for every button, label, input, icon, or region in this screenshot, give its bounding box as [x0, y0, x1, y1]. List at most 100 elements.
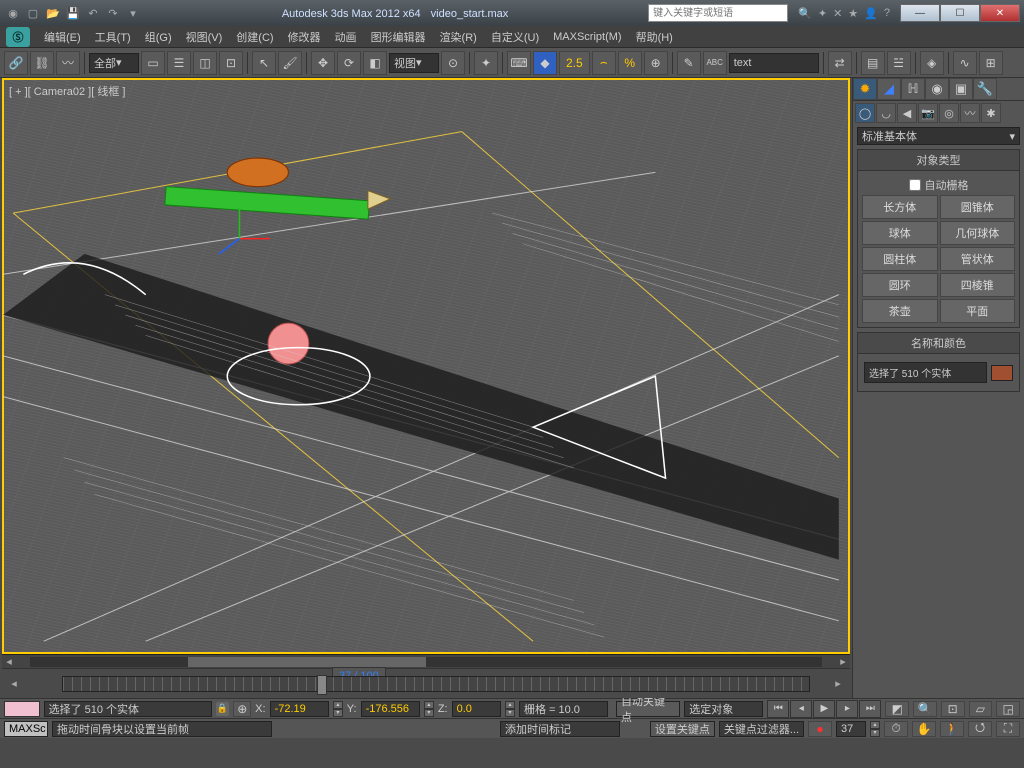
nav-maximize-icon[interactable]: ⛶ [996, 721, 1020, 737]
curve-editor-icon[interactable]: ∿ [953, 51, 977, 75]
geometry-icon[interactable]: ◯ [855, 103, 875, 123]
selection-filter-dropdown[interactable]: 全部 ▾ [89, 53, 139, 73]
btn-cone[interactable]: 圆锥体 [940, 195, 1016, 219]
scroll-right-icon[interactable]: ▸ [836, 655, 850, 668]
btn-tube[interactable]: 管状体 [940, 247, 1016, 271]
next-frame-icon[interactable]: ▸ [836, 700, 858, 718]
autokey-button[interactable]: 自动关键点 [616, 701, 680, 717]
play-icon[interactable]: ▶ [813, 700, 835, 718]
window-crossing-icon[interactable]: ⊡ [219, 51, 243, 75]
btn-torus[interactable]: 圆环 [862, 273, 938, 297]
y-spinner[interactable]: ▴▾ [424, 701, 434, 717]
x-value[interactable]: -72.19 [270, 701, 329, 717]
help-search-input[interactable] [648, 4, 788, 22]
key-target-dropdown[interactable]: 选定对象 [684, 701, 763, 717]
maximize-button[interactable]: ☐ [940, 4, 980, 22]
key-filters-button[interactable]: 关键点过滤器... [719, 721, 804, 737]
nav-pan-icon[interactable]: ✋ [912, 721, 936, 737]
edit-named-sel-icon[interactable]: ✎ [677, 51, 701, 75]
named-selection-dropdown[interactable]: text [729, 53, 819, 73]
select-paint-icon[interactable]: 🖌 [278, 51, 302, 75]
move-icon[interactable]: ✥ [311, 51, 335, 75]
menu-rendering[interactable]: 渲染(R) [440, 29, 477, 45]
signin-icon[interactable]: 👤 [864, 7, 878, 20]
app-menu-icon[interactable]: ◉ [4, 4, 22, 22]
menu-grapheditors[interactable]: 图形编辑器 [371, 29, 426, 45]
abc-icon[interactable]: ABC [703, 51, 727, 75]
nav-zoomext-icon[interactable]: ◲ [996, 701, 1020, 717]
menu-group[interactable]: 组(G) [145, 29, 172, 45]
mirror-icon[interactable]: ⇄ [828, 51, 852, 75]
z-spinner[interactable]: ▴▾ [505, 701, 515, 717]
favorites-icon[interactable]: ★ [848, 7, 858, 20]
absolute-transform-icon[interactable]: ⊕ [233, 701, 251, 717]
menu-maxscript[interactable]: MAXScript(M) [553, 31, 621, 43]
percent-snap-icon[interactable]: % [618, 51, 642, 75]
viewport-scrollbar[interactable]: ◂ ▸ [2, 654, 850, 668]
cameras-icon[interactable]: 📷 [918, 103, 938, 123]
menu-tools[interactable]: 工具(T) [95, 29, 131, 45]
select-manipulate-icon[interactable]: ✦ [474, 51, 498, 75]
z-value[interactable]: 0.0 [452, 701, 502, 717]
keyboard-shortcut-icon[interactable]: ⌨ [507, 51, 531, 75]
undo-icon[interactable]: ↶ [84, 4, 102, 22]
btn-pyramid[interactable]: 四棱锥 [940, 273, 1016, 297]
object-color-swatch[interactable] [991, 365, 1013, 381]
pivot-icon[interactable]: ⊙ [441, 51, 465, 75]
x-spinner[interactable]: ▴▾ [333, 701, 343, 717]
setkey-button[interactable]: 设置关键点 [650, 721, 715, 737]
rollout-title-objtype[interactable]: 对象类型 [858, 150, 1019, 171]
scroll-thumb[interactable] [188, 657, 426, 667]
object-name-field[interactable]: 选择了 510 个实体 [864, 362, 987, 383]
viewport-label[interactable]: [ + ][ Camera02 ][ 线框 ] [9, 83, 125, 99]
timeline-track[interactable] [62, 676, 810, 692]
app-logo-icon[interactable]: Ⓢ [6, 27, 30, 47]
angle-snap-value[interactable]: 2.5 [559, 51, 590, 75]
link-icon[interactable]: 🔗 [4, 51, 28, 75]
tab-display-icon[interactable]: ▣ [949, 78, 973, 100]
search-go-icon[interactable]: 🔍 [798, 7, 812, 20]
menu-modifiers[interactable]: 修改器 [288, 29, 321, 45]
new-icon[interactable]: ▢ [24, 4, 42, 22]
open-icon[interactable]: 📂 [44, 4, 62, 22]
btn-plane[interactable]: 平面 [940, 299, 1016, 323]
angle-snap-icon[interactable]: ⌢ [592, 51, 616, 75]
tab-motion-icon[interactable]: ◉ [925, 78, 949, 100]
helpers-icon[interactable]: ◎ [939, 103, 959, 123]
select-object-icon[interactable]: ↖ [252, 51, 276, 75]
scroll-track[interactable] [30, 657, 822, 667]
menu-customize[interactable]: 自定义(U) [491, 29, 539, 45]
tab-create-icon[interactable]: ✹ [853, 78, 877, 100]
selection-lock-icon[interactable]: 🔒 [216, 702, 230, 716]
select-region-icon[interactable]: ◫ [193, 51, 217, 75]
btn-cylinder[interactable]: 圆柱体 [862, 247, 938, 271]
unlink-icon[interactable]: ⛓ [30, 51, 54, 75]
frame-spinner[interactable]: ▴▾ [870, 721, 880, 737]
exchange-icon[interactable]: ✕ [833, 7, 842, 20]
key-mode-icon[interactable]: ● [808, 721, 832, 737]
minimize-button[interactable]: — [900, 4, 940, 22]
subscription-icon[interactable]: ✦ [818, 7, 827, 20]
goto-end-icon[interactable]: ⏭ [859, 700, 881, 718]
btn-sphere[interactable]: 球体 [862, 221, 938, 245]
lights-icon[interactable]: ◀ [897, 103, 917, 123]
menu-views[interactable]: 视图(V) [186, 29, 223, 45]
prev-frame-icon[interactable]: ◂ [790, 700, 812, 718]
viewport-camera02[interactable]: [ + ][ Camera02 ][ 线框 ] [2, 78, 850, 654]
menu-animation[interactable]: 动画 [335, 29, 357, 45]
save-icon[interactable]: 💾 [64, 4, 82, 22]
scale-icon[interactable]: ◧ [363, 51, 387, 75]
scroll-left-icon[interactable]: ◂ [2, 655, 16, 668]
btn-box[interactable]: 长方体 [862, 195, 938, 219]
spinner-snap-icon[interactable]: ⊕ [644, 51, 668, 75]
bind-spacewarp-icon[interactable]: 〰 [56, 51, 80, 75]
help-icon[interactable]: ? [884, 7, 890, 20]
spacewarps-icon[interactable]: 〰 [960, 103, 980, 123]
layer-manager-icon[interactable]: ☱ [887, 51, 911, 75]
menu-edit[interactable]: 编辑(E) [44, 29, 81, 45]
timeline-next-icon[interactable]: ▸ [830, 677, 846, 690]
shapes-icon[interactable]: ◡ [876, 103, 896, 123]
schematic-view-icon[interactable]: ⊞ [979, 51, 1003, 75]
timeline-prev-icon[interactable]: ◂ [6, 677, 22, 690]
btn-geosphere[interactable]: 几何球体 [940, 221, 1016, 245]
